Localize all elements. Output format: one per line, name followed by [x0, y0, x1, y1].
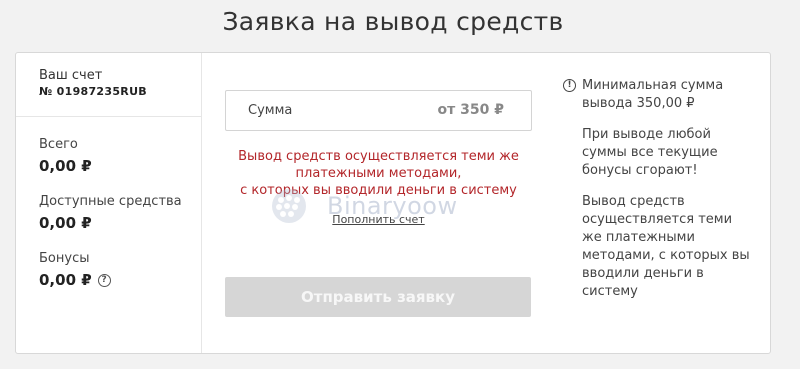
- page-title: Заявка на вывод средств: [222, 7, 564, 36]
- warning-line: платежными методами,: [295, 166, 462, 181]
- amount-min-hint: от 350 ₽: [437, 102, 504, 118]
- account-info: Ваш счет № 01987235RUB: [16, 53, 202, 117]
- method-warning: Вывод средств осуществляется теми же пла…: [225, 148, 532, 199]
- total-amount: 0,00 ₽: [39, 157, 92, 175]
- method-note: Вывод средств осуществляется теми же пла…: [582, 194, 750, 299]
- bonus-note: При выводе любой суммы все текущие бонус…: [582, 127, 718, 178]
- amount-input[interactable]: Сумма от 350 ₽: [225, 90, 532, 131]
- submit-button[interactable]: Отправить заявку: [225, 277, 531, 317]
- available-balance: Доступные средства 0,00 ₽: [39, 194, 182, 232]
- question-circle-icon[interactable]: ?: [97, 273, 111, 287]
- total-balance: Всего 0,00 ₽: [39, 137, 92, 175]
- account-sidebar: Ваш счет № 01987235RUB Всего 0,00 ₽ Дост…: [16, 53, 202, 353]
- min-amount-note: Минимальная сумма вывода 350,00 ₽: [582, 78, 724, 111]
- bonus-amount: 0,00 ₽: [39, 271, 92, 289]
- info-panel: ! Минимальная сумма вывода 350,00 ₽ При …: [563, 77, 753, 301]
- topup-link[interactable]: Пополнить счет: [225, 213, 532, 226]
- bonus-balance: Бонусы 0,00 ₽ ?: [39, 251, 111, 289]
- available-value: 0,00 ₽: [39, 214, 182, 232]
- total-label: Всего: [39, 137, 78, 152]
- amount-placeholder: Сумма: [248, 103, 293, 118]
- account-number: № 01987235RUB: [39, 85, 147, 98]
- withdrawal-card: Ваш счет № 01987235RUB Всего 0,00 ₽ Дост…: [15, 52, 771, 354]
- info-circle-icon: !: [563, 79, 576, 92]
- warning-line: Вывод средств осуществляется теми же: [238, 149, 519, 164]
- available-label: Доступные средства: [39, 194, 182, 209]
- bonus-label: Бонусы: [39, 251, 90, 266]
- bonus-value: 0,00 ₽ ?: [39, 271, 111, 289]
- account-label: Ваш счет: [39, 68, 103, 83]
- available-amount: 0,00 ₽: [39, 214, 92, 232]
- total-value: 0,00 ₽: [39, 157, 92, 175]
- warning-line: с которых вы вводили деньги в систему: [240, 183, 517, 198]
